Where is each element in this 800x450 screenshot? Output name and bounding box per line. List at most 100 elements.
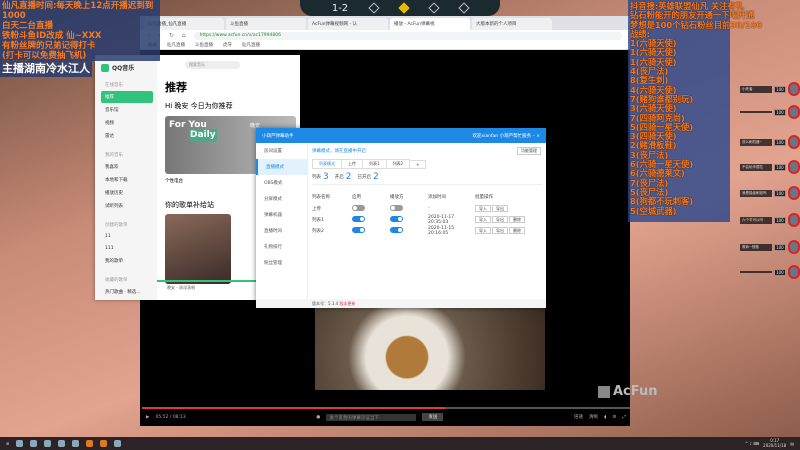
bookmark[interactable]: 斗鱼直播 [195, 42, 213, 48]
daily-card[interactable]: Daily [189, 129, 217, 141]
sidebar-item[interactable]: 粉丝管理 [256, 255, 307, 271]
quality-button[interactable]: 清晰 [589, 414, 598, 420]
tab[interactable]: 列表2 [385, 159, 411, 169]
title-bar: 小葫芦弹幕助手 欢迎xianfan 小葫芦帮忙服务 – × [256, 128, 546, 143]
home-icon[interactable]: ⌂ [182, 32, 186, 39]
settings-icon[interactable]: ⚙ [612, 415, 616, 420]
taskbar-app-icon[interactable] [86, 440, 94, 447]
player-portrait[interactable]: 六个羊可以吗 100 [740, 213, 800, 227]
player-name: 小死者 [740, 85, 773, 93]
sidebar-item-video[interactable]: 视频 [101, 117, 153, 129]
sidebar-item[interactable]: 直播时间 [256, 223, 307, 239]
action-button[interactable]: 导入 [475, 204, 491, 212]
action-button[interactable]: 导出 [492, 226, 508, 234]
play-icon[interactable]: ▶ [146, 415, 149, 420]
hint-text: 弹幕模式，请在直播中开启 [312, 149, 366, 154]
browser-tab[interactable]: AcFun弹幕视频网 - 认 [308, 18, 388, 30]
sidebar-item[interactable]: 房间设置 [256, 143, 307, 159]
danmaku-input[interactable]: 发个友善的弹幕见证当下 [326, 413, 417, 421]
sidebar-item[interactable]: 礼物排行 [256, 239, 307, 255]
action-button[interactable]: 导入 [475, 215, 491, 223]
enable-toggle[interactable] [352, 204, 365, 211]
fullscreen-icon[interactable]: ⤢ [622, 414, 626, 420]
close-icon[interactable]: × [536, 134, 540, 139]
manage-button[interactable]: 功能管理 [517, 147, 541, 155]
video-frame[interactable] [315, 308, 545, 390]
enable-toggle[interactable] [352, 226, 365, 233]
player-portrait[interactable]: 不会玩辛德拉 100 [740, 160, 800, 174]
tab[interactable]: 列表1 [362, 159, 387, 169]
reload-icon[interactable]: ↻ [169, 32, 174, 39]
video-progress-bar[interactable] [142, 407, 630, 409]
update-link[interactable]: 版本更新 [339, 301, 355, 306]
taskbar-app-icon[interactable] [114, 440, 122, 447]
stat-label: 已开启 [357, 174, 371, 180]
playlist-item[interactable]: 11 [101, 231, 153, 242]
volume-icon[interactable]: ◖ [604, 415, 606, 420]
taskbar-app-icon[interactable] [100, 440, 108, 447]
sidebar-item-local[interactable]: 本地和下载 [101, 174, 153, 186]
taskbar-app-icon[interactable] [16, 440, 24, 447]
player-name: 救命~快跑 [740, 243, 773, 251]
sidebar-item-trial[interactable]: 试听列表 [101, 200, 153, 212]
notification-icon[interactable]: ▤ [790, 441, 794, 446]
danmaku-toggle[interactable]: ● [316, 415, 320, 420]
playlist-item[interactable]: 我的歌单 [101, 255, 153, 267]
player-portrait[interactable]: 我是能者刷钱吗 100 [740, 186, 800, 200]
bookmark[interactable]: 虎牙 [223, 42, 232, 48]
bookmark[interactable]: 仙凡直播 [242, 42, 260, 48]
sidebar-item[interactable]: 弹幕机器 [256, 207, 307, 223]
action-button[interactable]: 导入 [475, 226, 491, 234]
bookmark[interactable]: 仙凡直播 [167, 42, 185, 48]
sidebar-item[interactable]: 直播模式 [256, 159, 307, 175]
minimize-icon[interactable]: – [533, 134, 535, 139]
playlist-item[interactable]: 111 [101, 243, 153, 254]
enable-toggle[interactable] [352, 215, 365, 222]
play-toggle[interactable] [390, 204, 403, 211]
browser-tab[interactable]: 斗鱼直播 [226, 18, 306, 30]
player-portrait[interactable]: 小死者 100 [740, 82, 800, 96]
player-portrait[interactable]: 100 [740, 265, 800, 279]
start-icon[interactable]: ⊞ [6, 441, 9, 446]
sidebar-item-music-hall[interactable]: 音乐馆 [101, 104, 153, 116]
sidebar-item-recommend[interactable]: 推荐 [101, 91, 153, 103]
playlist-item[interactable]: 热门歌曲 · 精选... [101, 286, 153, 298]
player-name: 不会玩辛德拉 [740, 163, 773, 171]
sidebar-item-radar[interactable]: 雷达 [101, 130, 153, 142]
speed-button[interactable]: 倍速 [574, 414, 583, 420]
player-portrait[interactable]: 100 [740, 105, 800, 119]
tab[interactable]: 上传 [341, 159, 363, 169]
player-name: 我是能者刷钱吗 [740, 189, 773, 197]
browser-tab[interactable]: 大版本新的个人项目 [472, 18, 552, 30]
playlist-cover[interactable] [165, 214, 231, 284]
sidebar-item[interactable]: OBS模式 [256, 175, 307, 191]
champion-avatar [787, 186, 800, 200]
taskbar-app-icon[interactable] [58, 440, 66, 447]
player-hp: 100 [774, 138, 786, 146]
url-input[interactable]: https://www.acfun.cn/v/ac17994806 [193, 31, 622, 40]
add-tab-button[interactable]: + [409, 159, 427, 169]
action-button[interactable]: 删除 [509, 215, 525, 223]
tray-icons[interactable]: ^ ♪ ⌨ [745, 441, 759, 446]
taskbar-app-icon[interactable] [72, 440, 80, 447]
clock[interactable]: 0:17 2020/11/18 [763, 438, 786, 448]
search-input[interactable]: 搜索音乐 [185, 61, 240, 69]
player-portrait[interactable]: 救命~快跑 100 [740, 240, 800, 254]
sidebar-item-history[interactable]: 播放历史 [101, 187, 153, 199]
action-button[interactable]: 删除 [509, 226, 525, 234]
sidebar-item-liked[interactable]: 我喜欢 [101, 161, 153, 173]
window-title: 小葫芦弹幕助手 [262, 133, 294, 139]
action-button[interactable]: 导出 [492, 215, 508, 223]
assistant-main: 弹幕模式，请在直播中开启 功能管理 列表模式 上传 列表1 列表2 + 列表 3 开… [312, 146, 542, 308]
tab[interactable]: 列表模式 [312, 159, 342, 169]
sidebar-item[interactable]: 分屏模式 [256, 191, 307, 207]
play-toggle[interactable] [390, 226, 403, 233]
taskbar-app-icon[interactable] [30, 440, 38, 447]
taskbar-app-icon[interactable] [44, 440, 52, 447]
browser-tab[interactable]: 播放 - AcFun弹幕视 [390, 18, 470, 30]
send-button[interactable]: 发送 [422, 413, 444, 421]
play-toggle[interactable] [390, 215, 403, 222]
player-portrait[interactable]: 逗么刷机器~ 100 [740, 135, 800, 149]
progress-fill [142, 407, 445, 409]
action-button[interactable]: 导出 [492, 204, 508, 212]
